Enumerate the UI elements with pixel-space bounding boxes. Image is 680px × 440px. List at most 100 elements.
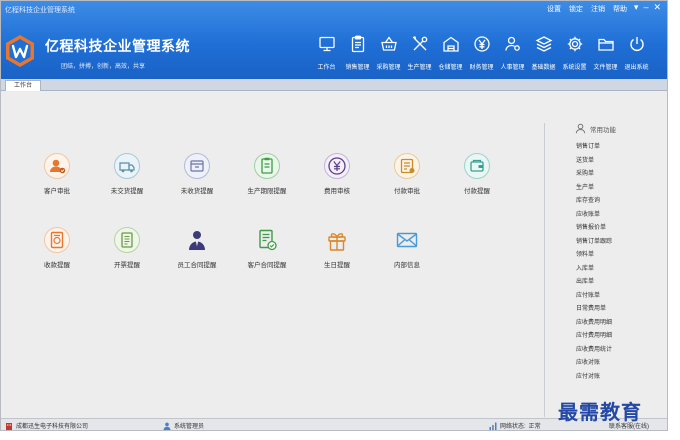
logout-link[interactable]: 注销 — [591, 4, 605, 14]
nav-warehouse[interactable]: 仓储管理 — [435, 34, 466, 71]
shortcut-payment-reminder[interactable]: 付款提醒 — [442, 152, 512, 195]
common-item-payable-expense-detail[interactable]: 应付费用明细 — [576, 330, 656, 344]
nav-files[interactable]: 文件管理 — [590, 34, 621, 71]
shortcut-label: 员工合同提醒 — [177, 262, 217, 269]
nav-hr[interactable]: 人事管理 — [497, 34, 528, 71]
delivery-reminder-icon — [113, 152, 141, 180]
brand-name: 亿程科技企业管理系统 — [45, 38, 190, 54]
shortcut-collection-reminder[interactable]: 收款提醒 — [22, 226, 92, 269]
settings-link[interactable]: 设置 — [547, 4, 561, 14]
shortcut-label: 收款提醒 — [44, 262, 70, 269]
nav-label: 采购管理 — [376, 65, 401, 71]
window-links: 设置 锁定 注销 帮助 — [547, 4, 627, 14]
nav-workbench[interactable]: 工作台 — [311, 34, 342, 71]
nav-label: 工作台 — [317, 65, 336, 71]
shortcut-invoice-reminder[interactable]: 开票提醒 — [92, 226, 162, 269]
common-item-stock-out[interactable]: 出库单 — [576, 276, 656, 290]
shortcut-birthday-reminder[interactable]: 生日提醒 — [302, 226, 372, 269]
nav-exit[interactable]: 退出系统 — [621, 34, 652, 71]
common-item-inventory-query[interactable]: 库存查询 — [576, 195, 656, 209]
shortcut-label: 付款提醒 — [464, 188, 490, 195]
common-item-delivery-note[interactable]: 送货单 — [576, 155, 656, 169]
status-company: 成都迅生电子科技有限公司 — [5, 421, 88, 430]
user-gear-icon — [503, 34, 523, 54]
shortcut-production-deadline[interactable]: 生产期限提醒 — [232, 152, 302, 195]
shortcut-customer-approval[interactable]: 客户审批 — [22, 152, 92, 195]
common-item-order-tracking[interactable]: 销售订单跟踪 — [576, 236, 656, 250]
customer-approval-icon — [43, 152, 71, 180]
nav-system-settings[interactable]: 系统设置 — [559, 34, 590, 71]
user-icon — [163, 422, 171, 430]
common-item-payable-reconcile[interactable]: 应付对账 — [576, 371, 656, 385]
window-title: 亿程科技企业管理系统 — [5, 7, 75, 14]
tab-workbench[interactable]: 工作台 — [5, 80, 42, 91]
dropdown-icon[interactable]: ▾ — [634, 2, 639, 13]
mail-icon — [393, 226, 421, 254]
nav-purchase[interactable]: 采购管理 — [373, 34, 404, 71]
status-network: 网络状态: 正常 — [489, 421, 541, 430]
network-label: 网络状态: — [500, 424, 526, 430]
company-name: 成都迅生电子科技有限公司 — [16, 424, 89, 430]
nav-label: 基础数据 — [531, 65, 556, 71]
shortcut-delivery-reminder[interactable]: 未交货提醒 — [92, 152, 162, 195]
status-user: 系统管理员 — [163, 421, 204, 430]
shortcut-receipt-reminder[interactable]: 未收货提醒 — [162, 152, 232, 195]
payment-reminder-icon — [463, 152, 491, 180]
common-item-purchase-order[interactable]: 采购单 — [576, 168, 656, 182]
nav-finance[interactable]: 财务管理 — [466, 34, 497, 71]
minimize-icon[interactable]: – — [643, 2, 648, 13]
common-functions-list: 销售订单 送货单 采购单 生产单 库存查询 应收账单 销售报价单 销售订单跟踪 … — [576, 141, 656, 384]
common-item-receivable-bill[interactable]: 应收账单 — [576, 209, 656, 223]
current-user: 系统管理员 — [174, 424, 205, 430]
shortcut-employee-contract[interactable]: 员工合同提醒 — [162, 226, 232, 269]
common-item-material-requisition[interactable]: 领料单 — [576, 249, 656, 263]
nav-label: 生产管理 — [407, 65, 432, 71]
common-item-production-order[interactable]: 生产单 — [576, 182, 656, 196]
shortcut-label: 费用审核 — [324, 188, 350, 195]
signal-icon — [489, 422, 497, 430]
common-item-receivable-reconcile[interactable]: 应收对账 — [576, 357, 656, 371]
nav-label: 财务管理 — [469, 65, 494, 71]
common-item-sales-quote[interactable]: 销售报价单 — [576, 222, 656, 236]
common-functions-title: 常用功能 — [590, 126, 616, 134]
common-item-receivable-expense-detail[interactable]: 应收费用明细 — [576, 317, 656, 331]
help-link[interactable]: 帮助 — [613, 4, 627, 14]
gift-icon — [323, 226, 351, 254]
shortcut-label: 客户合同提醒 — [247, 262, 287, 269]
common-item-payable-bill[interactable]: 应付账单 — [576, 290, 656, 304]
nav-production[interactable]: 生产管理 — [404, 34, 435, 71]
shortcut-internal-messages[interactable]: 内部信息 — [372, 226, 442, 269]
expense-audit-icon — [323, 152, 351, 180]
nav-label: 系统设置 — [562, 65, 587, 71]
network-value: 正常 — [528, 424, 541, 430]
invoice-reminder-icon — [113, 226, 141, 254]
folder-icon — [596, 34, 616, 54]
common-item-sales-order[interactable]: 销售订单 — [576, 141, 656, 155]
close-icon[interactable]: ✕ — [653, 2, 661, 13]
lock-link[interactable]: 锁定 — [569, 4, 583, 14]
shortcut-label: 未交货提醒 — [110, 188, 144, 195]
building-icon — [6, 422, 12, 430]
monitor-icon — [317, 34, 337, 54]
power-icon — [627, 34, 647, 54]
shortcut-label: 付款审批 — [394, 188, 420, 195]
nav-label: 退出系统 — [624, 65, 649, 71]
shortcut-payment-approval[interactable]: 付款审批 — [372, 152, 442, 195]
shortcut-label: 未收货提醒 — [180, 188, 214, 195]
collection-reminder-icon — [43, 226, 71, 254]
logo-icon — [6, 35, 34, 67]
receipt-reminder-icon — [183, 152, 211, 180]
header: 亿程科技企业管理系统 设置 锁定 注销 帮助 ▾ – ✕ 亿程科技企业管理系统 … — [1, 1, 667, 79]
nav-basic-data[interactable]: 基础数据 — [528, 34, 559, 71]
common-item-stock-in[interactable]: 入库单 — [576, 263, 656, 277]
shortcut-customer-contract[interactable]: 客户合同提醒 — [232, 226, 302, 269]
user-icon — [575, 123, 586, 134]
common-item-daily-expense[interactable]: 日常费用单 — [576, 303, 656, 317]
nav-sales[interactable]: 销售管理 — [342, 34, 373, 71]
app-window: 亿程科技企业管理系统 设置 锁定 注销 帮助 ▾ – ✕ 亿程科技企业管理系统 … — [0, 0, 668, 431]
common-item-receivable-expense-stats[interactable]: 应收费用统计 — [576, 344, 656, 358]
shortcut-expense-audit[interactable]: 费用审核 — [302, 152, 372, 195]
window-controls: ▾ – ✕ — [634, 2, 661, 13]
shortcut-label: 内部信息 — [394, 262, 420, 269]
nav-label: 人事管理 — [500, 65, 525, 71]
